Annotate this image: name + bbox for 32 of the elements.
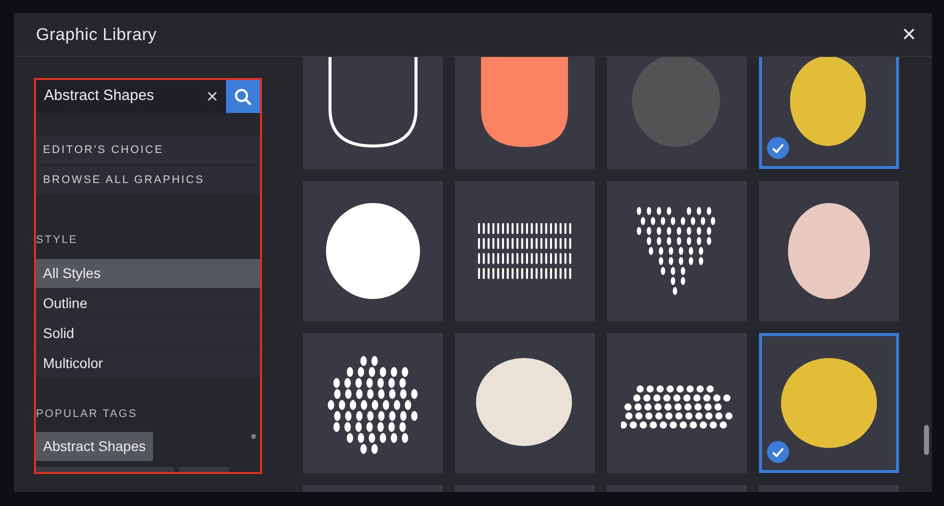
search-field[interactable]: Abstract Shapes ×: [36, 80, 226, 113]
graphic-tile[interactable]: [303, 181, 443, 321]
category-link[interactable]: BROWSE ALL GRAPHICS: [36, 166, 260, 194]
style-option[interactable]: Outline: [36, 288, 260, 318]
graphic-tile[interactable]: [759, 57, 899, 169]
graphic-tile[interactable]: [759, 181, 899, 321]
graphic-tile[interactable]: [607, 57, 747, 169]
category-link[interactable]: EDITOR'S CHOICE: [36, 136, 260, 164]
scroll-indicator: [251, 434, 256, 439]
style-option[interactable]: Multicolor: [36, 348, 260, 378]
graphic-tile[interactable]: [607, 333, 747, 473]
search-button[interactable]: [226, 80, 260, 113]
graphic-tile[interactable]: [455, 57, 595, 169]
graphic-tile[interactable]: [607, 181, 747, 321]
dialog-title: Graphic Library: [36, 24, 157, 46]
search-value: Abstract Shapes: [44, 86, 154, 106]
graphic-tile[interactable]: [303, 57, 443, 169]
check-icon: [767, 137, 789, 159]
style-option[interactable]: Solid: [36, 318, 260, 348]
search-icon: [234, 88, 252, 106]
close-button[interactable]: ×: [902, 22, 916, 46]
check-icon: [767, 441, 789, 463]
style-option[interactable]: All Styles: [36, 258, 260, 288]
graphic-tile[interactable]: [455, 181, 595, 321]
scrollbar-thumb[interactable]: [924, 425, 929, 455]
clear-button[interactable]: ×: [206, 86, 218, 106]
section-heading: STYLE: [36, 233, 79, 248]
graphic-tile[interactable]: [759, 333, 899, 473]
graphic-tile[interactable]: [455, 333, 595, 473]
graphic-tile[interactable]: [303, 333, 443, 473]
tag-chip[interactable]: Abstract Shapes: [36, 432, 153, 461]
section-heading: POPULAR TAGS: [36, 406, 138, 422]
